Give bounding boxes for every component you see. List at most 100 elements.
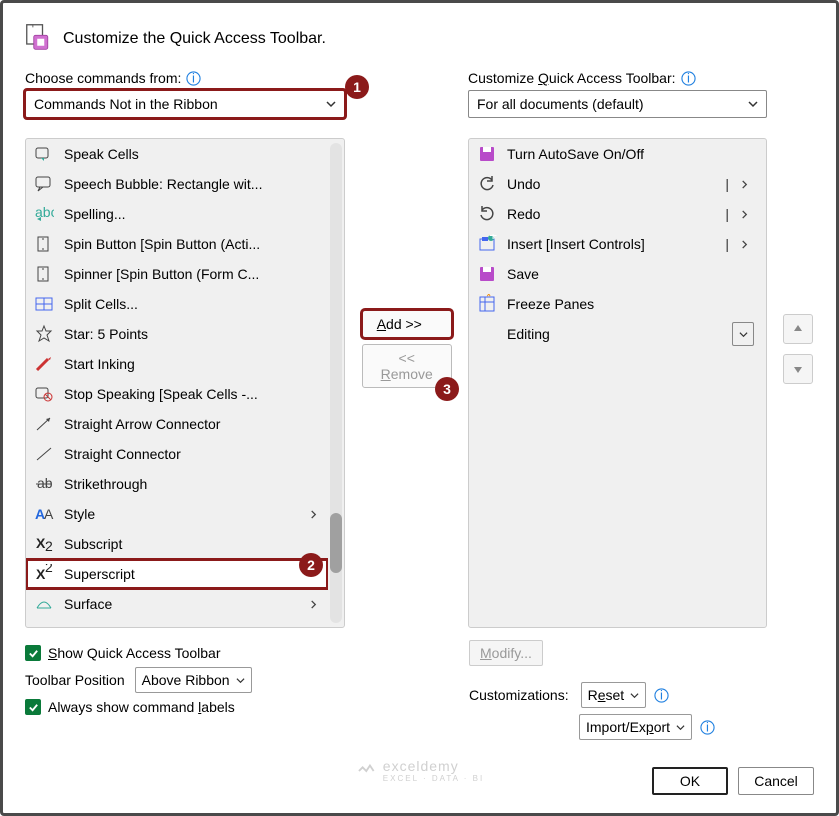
list-item[interactable]: Start Inking	[26, 349, 328, 379]
add-button[interactable]: Add >>	[362, 310, 452, 338]
list-item[interactable]: Straight Arrow Connector	[26, 409, 328, 439]
command-icon	[34, 294, 54, 314]
item-label: Straight Connector	[64, 446, 320, 462]
svg-text:2: 2	[45, 564, 53, 575]
command-icon	[477, 264, 497, 284]
always-show-label: Always show command labels	[48, 699, 235, 715]
dialog-header: Customize the Quick Access Toolbar.	[25, 23, 814, 54]
footer-buttons: OK Cancel	[652, 767, 814, 795]
always-show-row[interactable]: Always show command labels	[25, 699, 469, 715]
item-label: Insert [Insert Controls]	[507, 236, 714, 252]
item-label: Undo	[507, 176, 714, 192]
info-icon[interactable]: i	[654, 688, 669, 703]
list-item[interactable]: Star: 5 Points	[26, 319, 328, 349]
checkbox-checked-icon[interactable]	[25, 699, 41, 715]
watermark-main: exceldemy	[383, 758, 484, 774]
qat-customize-dialog: 1 2 3 Customize the Quick Access Toolbar…	[0, 0, 839, 816]
info-icon[interactable]: i	[186, 71, 201, 86]
checkbox-checked-icon[interactable]	[25, 645, 41, 661]
commands-listbox[interactable]: Speak Cells Speech Bubble: Rectangle wit.…	[25, 138, 345, 628]
watermark: exceldemy EXCEL · DATA · BI	[355, 758, 484, 783]
submenu-chevron-icon	[740, 176, 754, 192]
left-column: Choose commands from: i Commands Not in …	[25, 70, 345, 628]
svg-text:i: i	[706, 720, 709, 734]
list-item[interactable]: Undo |	[469, 169, 762, 199]
middle-column: Add >> << Remove	[359, 70, 454, 628]
submenu-chevron-icon	[306, 600, 320, 609]
import-export-row: Import/Export i	[579, 714, 814, 740]
list-item[interactable]: Save	[469, 259, 762, 289]
qat-header-icon	[25, 23, 53, 54]
list-item[interactable]: + Insert [Insert Controls] |	[469, 229, 762, 259]
scrollbar-thumb[interactable]	[330, 513, 342, 573]
separator-icon: |	[724, 236, 730, 252]
svg-text:i: i	[192, 71, 195, 85]
list-item[interactable]: Speak Cells	[26, 139, 328, 169]
command-icon	[34, 444, 54, 464]
item-label: Speak Cells	[64, 146, 320, 162]
list-item[interactable]: abcSpelling...	[26, 199, 328, 229]
svg-text:2: 2	[45, 538, 53, 554]
list-item[interactable]: abStrikethrough	[26, 469, 328, 499]
command-icon	[34, 324, 54, 344]
toolbar-position-select[interactable]: Above Ribbon	[135, 667, 252, 693]
arrow-column	[781, 70, 814, 628]
item-label: Straight Arrow Connector	[64, 416, 320, 432]
callout-3: 3	[435, 377, 459, 401]
svg-text:i: i	[687, 71, 690, 85]
list-item[interactable]: Editing	[469, 319, 762, 349]
separator-icon: |	[724, 176, 730, 192]
customize-qat-select[interactable]: For all documents (default)	[468, 90, 767, 118]
move-down-button[interactable]	[783, 354, 813, 384]
item-label: Editing	[507, 326, 722, 342]
command-icon: X2	[34, 564, 54, 584]
item-label: Spinner [Spin Button (Form C...	[64, 266, 320, 282]
chevron-down-icon	[748, 96, 758, 112]
item-label: Stop Speaking [Speak Cells -...	[64, 386, 320, 402]
svg-text:+: +	[489, 234, 497, 243]
list-item[interactable]: Turn AutoSave On/Off	[469, 139, 762, 169]
customize-qat-value: For all documents (default)	[477, 96, 644, 112]
list-item[interactable]: Straight Connector	[26, 439, 328, 469]
list-item[interactable]: Speech Bubble: Rectangle wit...	[26, 169, 328, 199]
show-qat-label: Show Quick Access Toolbar	[48, 645, 221, 661]
item-label: Style	[64, 506, 296, 522]
modify-button: Modify...	[469, 640, 543, 666]
list-item[interactable]: Redo|	[469, 199, 762, 229]
list-item[interactable]: *Freeze Panes	[469, 289, 762, 319]
show-qat-row[interactable]: Show Quick Access Toolbar	[25, 645, 469, 661]
separator-icon: |	[724, 206, 730, 222]
customize-qat-label-row: Customize Quick Access Toolbar: i	[468, 70, 767, 86]
command-icon	[34, 264, 54, 284]
svg-text:abc: abc	[35, 204, 54, 220]
list-item[interactable]: Spin Button [Spin Button (Acti...	[26, 229, 328, 259]
list-item[interactable]: Spinner [Spin Button (Form C...	[26, 259, 328, 289]
dialog-title: Customize the Quick Access Toolbar.	[63, 30, 326, 48]
cancel-button[interactable]: Cancel	[738, 767, 814, 795]
item-label: Speech Bubble: Rectangle wit...	[64, 176, 320, 192]
command-icon	[34, 354, 54, 374]
list-item[interactable]: AAStyle	[26, 499, 328, 529]
dropdown-icon[interactable]	[732, 322, 754, 346]
ok-button[interactable]: OK	[652, 767, 728, 795]
import-export-label: Import/Export	[586, 719, 670, 735]
qat-listbox[interactable]: Turn AutoSave On/OffUndo|Redo|+Insert [I…	[468, 138, 767, 628]
list-item[interactable]: Split Cells...	[26, 289, 328, 319]
command-icon: X2	[34, 534, 54, 554]
command-icon	[34, 414, 54, 434]
import-export-select[interactable]: Import/Export	[579, 714, 692, 740]
choose-commands-select[interactable]: Commands Not in the Ribbon	[25, 90, 345, 118]
list-item[interactable]: Surface	[26, 589, 328, 619]
bottom-right: Modify... Customizations: Reset i Import…	[469, 640, 814, 746]
command-icon	[477, 204, 497, 224]
list-item[interactable]: Stop Speaking [Speak Cells -...	[26, 379, 328, 409]
list-item[interactable]: X2Superscript	[26, 559, 328, 589]
move-up-button[interactable]	[783, 314, 813, 344]
customizations-row: Customizations: Reset i	[469, 682, 814, 708]
bottom-area: Show Quick Access Toolbar Toolbar Positi…	[25, 640, 814, 746]
scrollbar[interactable]	[330, 143, 342, 623]
reset-select[interactable]: Reset	[581, 682, 647, 708]
list-item[interactable]: X2Subscript	[26, 529, 328, 559]
info-icon[interactable]: i	[700, 720, 715, 735]
info-icon[interactable]: i	[681, 71, 696, 86]
